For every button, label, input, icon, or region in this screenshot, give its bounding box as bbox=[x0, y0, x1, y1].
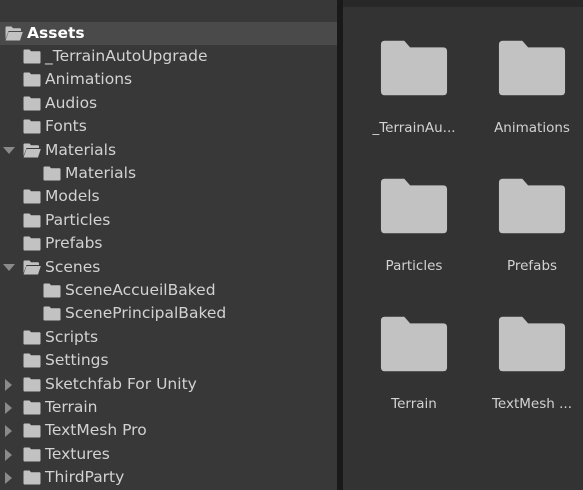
asset-folder-tile[interactable]: Prefabs bbox=[473, 176, 583, 296]
asset-grid: _TerrainAu... Animations Particles Prefabs T… bbox=[343, 0, 583, 490]
asset-folder-label: _TerrainAu... bbox=[372, 120, 456, 136]
tree-item[interactable]: Textures bbox=[0, 443, 337, 466]
folder-icon bbox=[23, 423, 41, 438]
folder-icon bbox=[23, 353, 41, 368]
tree-item-label: SceneAccueilBaked bbox=[65, 280, 216, 299]
tree-item-label: Materials bbox=[65, 163, 137, 182]
tree-item[interactable]: ScenePrincipalBaked bbox=[0, 302, 337, 325]
tree-item[interactable]: Terrain bbox=[0, 396, 337, 419]
folder-open-icon bbox=[5, 26, 23, 41]
expand-arrow-right-icon[interactable] bbox=[5, 448, 12, 461]
expand-arrow-right-icon[interactable] bbox=[5, 472, 12, 485]
tree-item-label: Particles bbox=[45, 210, 111, 229]
expand-arrow-right-icon[interactable] bbox=[5, 378, 12, 391]
folder-icon bbox=[43, 166, 61, 181]
folder-icon bbox=[23, 189, 41, 204]
tree-item-label: Animations bbox=[45, 70, 133, 89]
asset-folder-label: TextMesh ... bbox=[491, 396, 572, 412]
tree-item[interactable]: _TerrainAutoUpgrade bbox=[0, 45, 337, 68]
asset-folder-label: Particles bbox=[385, 258, 443, 274]
folder-icon bbox=[379, 176, 449, 236]
folder-icon bbox=[43, 283, 61, 298]
asset-folder-tile[interactable]: TextMesh ... bbox=[473, 314, 583, 434]
folder-icon bbox=[23, 400, 41, 415]
tree-item[interactable]: Animations bbox=[0, 68, 337, 91]
folder-icon bbox=[23, 96, 41, 111]
tree-item-label: Scenes bbox=[45, 257, 101, 276]
tree-item[interactable]: Materials bbox=[0, 162, 337, 185]
folder-icon bbox=[23, 330, 41, 345]
tree-item[interactable]: Fonts bbox=[0, 115, 337, 138]
folder-icon bbox=[23, 236, 41, 251]
asset-folder-tile[interactable]: Particles bbox=[355, 176, 473, 296]
folder-icon bbox=[43, 306, 61, 321]
folder-icon bbox=[497, 314, 567, 374]
tree-item-label: Textures bbox=[45, 444, 110, 463]
folder-icon bbox=[497, 38, 567, 98]
tree-item[interactable]: Audios bbox=[0, 92, 337, 115]
expand-arrow-down-icon[interactable] bbox=[3, 263, 15, 271]
grid-header-bar bbox=[343, 0, 583, 7]
tree-item[interactable]: Scenes bbox=[0, 256, 337, 279]
folder-icon bbox=[23, 72, 41, 87]
asset-folder-tile[interactable]: _TerrainAu... bbox=[355, 38, 473, 158]
tree-item[interactable]: Materials bbox=[0, 139, 337, 162]
tree-item[interactable]: Models bbox=[0, 185, 337, 208]
tree-item-label: Scripts bbox=[45, 327, 99, 346]
folder-open-icon bbox=[23, 143, 41, 158]
folder-icon bbox=[379, 314, 449, 374]
tree-item-label: Settings bbox=[45, 351, 109, 370]
tree-item-label: _TerrainAutoUpgrade bbox=[45, 46, 208, 65]
folder-icon bbox=[23, 470, 41, 485]
tree-item-label: Materials bbox=[45, 140, 117, 159]
folder-open-icon bbox=[23, 260, 41, 275]
tree-item[interactable]: Particles bbox=[0, 209, 337, 232]
asset-folder-label: Animations bbox=[494, 120, 570, 136]
tree-item-label: ThirdParty bbox=[45, 468, 125, 487]
tree-item-root[interactable]: Assets bbox=[0, 21, 337, 45]
tree-item[interactable]: Prefabs bbox=[0, 232, 337, 255]
folder-icon bbox=[23, 213, 41, 228]
folder-icon bbox=[23, 49, 41, 64]
tree-item-label: Models bbox=[45, 187, 100, 206]
tree-item[interactable]: ThirdParty bbox=[0, 466, 337, 489]
asset-folder-tile[interactable]: Terrain bbox=[355, 314, 473, 434]
asset-folder-label: Terrain bbox=[391, 396, 437, 412]
asset-folder-label: Prefabs bbox=[506, 258, 558, 274]
folder-icon bbox=[23, 119, 41, 134]
tree-item-label: Fonts bbox=[45, 117, 87, 136]
folder-icon bbox=[23, 447, 41, 462]
folder-icon bbox=[23, 377, 41, 392]
tree-item-label: ScenePrincipalBaked bbox=[65, 304, 227, 323]
tree-item-label: Audios bbox=[45, 93, 98, 112]
tree-item-label: TextMesh Pro bbox=[45, 421, 147, 440]
tree-item-label: Terrain bbox=[45, 397, 98, 416]
tree-item-label: Prefabs bbox=[45, 234, 103, 253]
tree-item[interactable]: Scripts bbox=[0, 326, 337, 349]
tree-item[interactable]: SceneAccueilBaked bbox=[0, 279, 337, 302]
tree-item[interactable]: Sketchfab For Unity bbox=[0, 373, 337, 396]
tree-item[interactable]: Settings bbox=[0, 349, 337, 372]
tree-item-label: Sketchfab For Unity bbox=[45, 374, 197, 393]
tree-item-label: Assets bbox=[27, 23, 85, 42]
project-folder-tree: Assets _TerrainAutoUpgrade Animations Audio… bbox=[0, 0, 337, 490]
folder-icon bbox=[379, 38, 449, 98]
expand-arrow-right-icon[interactable] bbox=[5, 425, 12, 438]
folder-icon bbox=[497, 176, 567, 236]
tree-item[interactable]: TextMesh Pro bbox=[0, 419, 337, 442]
expand-arrow-right-icon[interactable] bbox=[5, 401, 12, 414]
asset-folder-tile[interactable]: Animations bbox=[473, 38, 583, 158]
expand-arrow-down-icon[interactable] bbox=[3, 146, 15, 154]
